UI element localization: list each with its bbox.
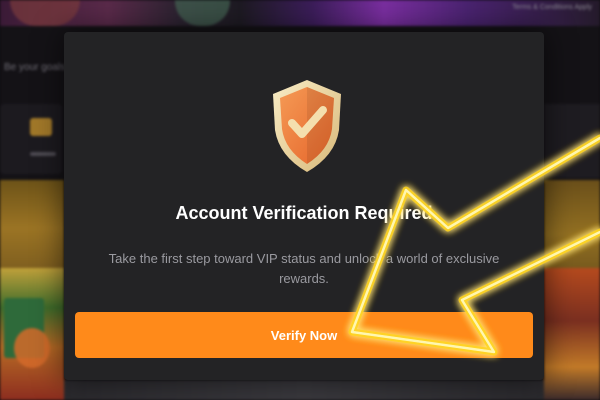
background-category-tile <box>544 104 600 178</box>
background-banner-figure <box>175 0 230 26</box>
game-art <box>14 328 50 368</box>
modal-title: Account Verification Required <box>175 203 433 223</box>
background-banner-figure <box>10 0 80 26</box>
terms-link: Terms & Conditions Apply <box>512 4 592 11</box>
background-game-thumbnail <box>0 268 64 400</box>
chest-icon <box>30 118 52 136</box>
background-category-tile <box>0 104 62 174</box>
verify-now-label: Verify Now <box>270 327 338 343</box>
shield-check-icon <box>273 80 341 172</box>
background-tile-label <box>30 152 56 156</box>
background-footer <box>64 380 544 400</box>
background-banner <box>0 0 600 26</box>
verify-now-button[interactable]: Verify Now <box>75 312 533 358</box>
modal-description: Take the first step toward VIP status an… <box>108 251 500 286</box>
verification-modal: Account Verification Required Take the f… <box>64 32 544 380</box>
background-game-thumbnail <box>544 268 600 400</box>
